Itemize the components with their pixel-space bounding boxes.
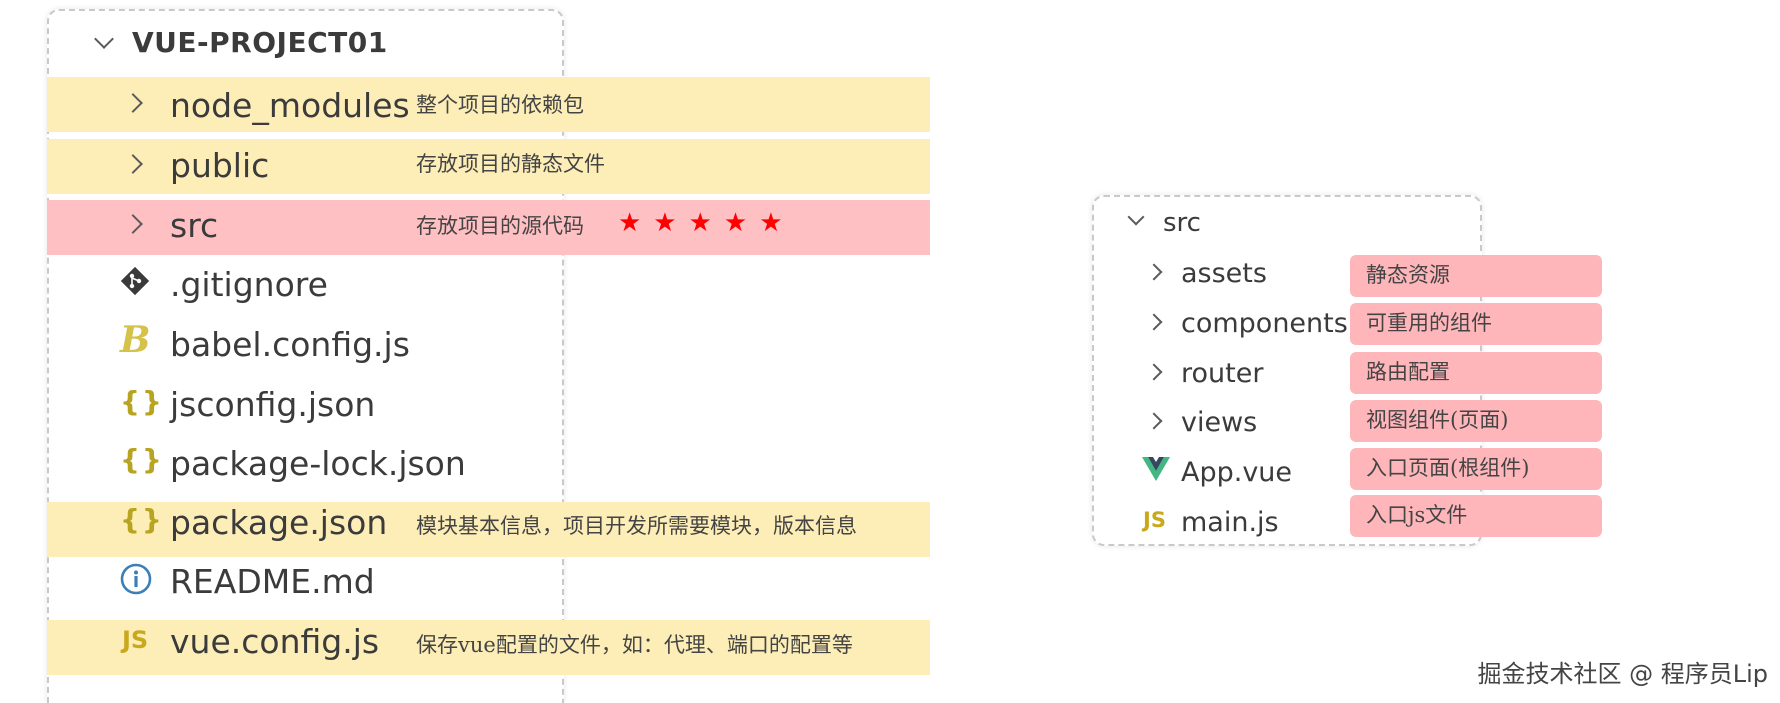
file-name: assets — [1181, 258, 1267, 289]
file-name: router — [1181, 358, 1264, 389]
file-name: babel.config.js — [170, 325, 410, 364]
info-icon — [120, 563, 152, 595]
file-name: App.vue — [1181, 457, 1293, 488]
tag-views: 视图组件(页面) — [1350, 400, 1602, 442]
tag-assets: 静态资源 — [1350, 255, 1602, 297]
git-icon — [120, 266, 150, 296]
file-name: package.json — [170, 503, 388, 542]
src-folder-name: src — [1163, 208, 1201, 238]
file-name: components — [1181, 308, 1348, 339]
tag-main-js: 入口js文件 — [1350, 495, 1602, 537]
importance-stars: ★★★★★ — [618, 208, 795, 238]
file-name: vue.config.js — [170, 622, 380, 661]
vue-icon — [1142, 457, 1170, 481]
json-braces-icon: {} — [120, 443, 164, 476]
tag-router: 路由配置 — [1350, 352, 1602, 394]
annotation-vue-config: 保存vue配置的文件，如：代理、端口的配置等 — [416, 633, 853, 657]
tag-app-vue: 入口页面(根组件) — [1350, 448, 1602, 490]
annotation-src: 存放项目的源代码 — [416, 214, 584, 238]
file-name: src — [170, 206, 219, 245]
file-name: README.md — [170, 562, 375, 601]
watermark: 掘金技术社区 @ 程序员Lip — [1477, 660, 1768, 688]
annotation-package-json: 模块基本信息，项目开发所需要模块，版本信息 — [416, 514, 857, 538]
file-name: main.js — [1181, 507, 1279, 538]
file-name: jsconfig.json — [170, 385, 376, 424]
babel-icon: B — [120, 319, 151, 361]
annotation-public: 存放项目的静态文件 — [416, 152, 605, 176]
annotation-node-modules: 整个项目的依赖包 — [416, 93, 584, 117]
file-name: node_modules — [170, 86, 410, 125]
file-name: .gitignore — [170, 265, 328, 304]
json-braces-icon: {} — [120, 385, 164, 418]
file-name: public — [170, 146, 270, 185]
js-icon: JS — [1143, 508, 1166, 532]
project-title: VUE-PROJECT01 — [132, 26, 388, 59]
file-name: package-lock.json — [170, 444, 466, 483]
tag-components: 可重用的组件 — [1350, 303, 1602, 345]
file-name: views — [1181, 407, 1258, 438]
json-braces-icon: {} — [120, 503, 164, 536]
js-icon: JS — [122, 626, 149, 654]
